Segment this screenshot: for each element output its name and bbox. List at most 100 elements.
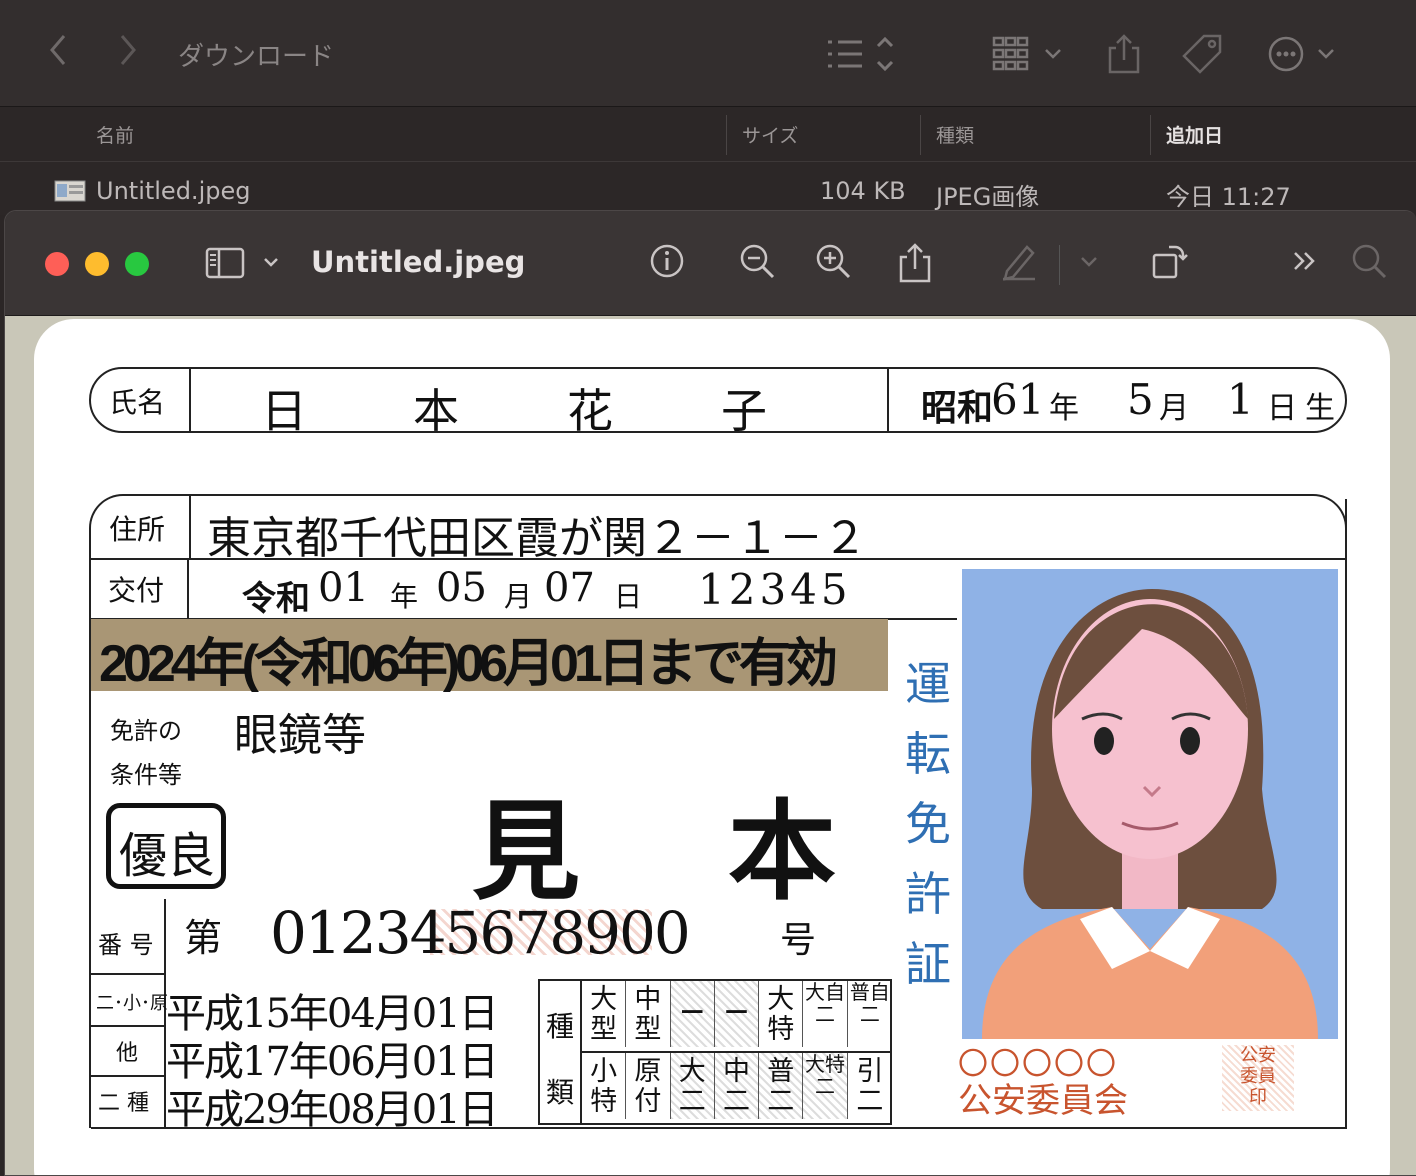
share-icon: [1108, 34, 1140, 74]
name-char: 花: [567, 384, 613, 438]
license-number: 012345678900: [270, 899, 691, 967]
preview-toolbar: Untitled.jpeg: [5, 211, 1416, 316]
finder-toolbar: ダウンロード: [0, 0, 1416, 107]
category-cell: 普二: [759, 1053, 804, 1119]
divider: [189, 496, 191, 558]
minimize-button[interactable]: [85, 252, 109, 276]
category-cell: 大型: [582, 981, 627, 1047]
seal-text: 印: [1249, 1087, 1267, 1108]
excellent-badge-text: 優良: [119, 828, 216, 884]
sidebar-icon: [205, 247, 278, 279]
back-button[interactable]: [44, 30, 72, 79]
column-date-added[interactable]: 追加日: [1166, 121, 1223, 148]
category-cell: 大自二: [803, 981, 848, 1047]
category-cell: 普自二: [849, 980, 890, 1026]
share-button[interactable]: [1104, 32, 1144, 84]
chevron-left-icon: [50, 35, 66, 65]
forward-button[interactable]: [114, 30, 142, 79]
chevron-right-icon: [120, 35, 136, 65]
issue-month: 05: [436, 565, 487, 611]
history-label: 二･小･原: [96, 993, 168, 1014]
birth-day-unit: 日: [1267, 391, 1297, 426]
expiry-text: 2024年(令和06年)06月01日まで有効: [99, 635, 838, 693]
birth-suffix: 生: [1305, 391, 1335, 426]
category-cell: －: [714, 981, 760, 1047]
birth-year: 61: [991, 375, 1045, 424]
issue-year-unit: 年: [390, 580, 419, 613]
birth-era: 昭和: [921, 387, 994, 429]
issue-number: 12345: [698, 565, 852, 614]
divider: [91, 973, 165, 975]
category-row-top: 大型 中型 － － 大特 大自二 普自二: [582, 981, 892, 1051]
divider: [887, 369, 889, 431]
category-cell: 小特: [582, 1053, 627, 1119]
title-char: 証: [905, 937, 951, 991]
portrait-photo: [962, 569, 1338, 1039]
number-suffix: 号: [780, 920, 817, 961]
search-icon: [1352, 244, 1387, 279]
file-size: 104 KB: [820, 177, 906, 205]
name-char: 本: [413, 384, 459, 438]
name-char: 日: [261, 384, 307, 438]
history-date: 平成29年08月01日: [166, 1087, 499, 1133]
excellent-driver-badge: 優良: [106, 803, 226, 889]
list-view-icon: [828, 36, 894, 72]
double-chevron-right-icon: [1294, 252, 1315, 270]
column-size[interactable]: サイズ: [742, 121, 798, 148]
gallery-view-icon: [992, 36, 1061, 71]
issue-day-unit: 日: [614, 580, 643, 613]
rotate-button[interactable]: [1149, 241, 1189, 290]
issue-day: 07: [544, 565, 595, 611]
tag-button[interactable]: [1180, 32, 1224, 84]
zoom-in-icon: [816, 244, 851, 279]
rotate-icon: [1152, 245, 1188, 279]
title-char: 運: [905, 657, 951, 711]
title-char: 転: [905, 727, 951, 781]
jpeg-file-icon: [54, 180, 86, 202]
share-button[interactable]: [895, 241, 935, 294]
name-label: 氏名: [109, 386, 166, 419]
search-button[interactable]: [1349, 241, 1389, 290]
group-view-button[interactable]: [990, 32, 1066, 84]
number-label: 番 号: [98, 931, 154, 959]
address-row: 住所 東京都千代田区霞が関２－１－２: [89, 494, 1347, 564]
list-view-button[interactable]: [826, 32, 902, 84]
category-cell: 大特二: [803, 1053, 848, 1119]
markup-button[interactable]: [999, 241, 1039, 290]
divider: [189, 369, 191, 431]
commission-text: 公安委員会: [958, 1081, 1128, 1121]
more-button[interactable]: [1266, 32, 1342, 84]
info-button[interactable]: [649, 241, 685, 290]
name-row: 氏名 日 本 花 子 昭和 61 年 5 月 1 日 生: [89, 367, 1347, 438]
birth-year-unit: 年: [1049, 391, 1079, 426]
sidebar-toggle-button[interactable]: [205, 243, 285, 292]
file-row[interactable]: Untitled.jpeg 104 KB JPEG画像 今日 11:27: [0, 162, 1416, 212]
more-tools-button[interactable]: [1289, 241, 1321, 290]
more-icon: [1268, 36, 1334, 72]
column-header: 名前 サイズ 種類 追加日: [0, 107, 1416, 162]
history-label: 二 種: [98, 1091, 149, 1116]
file-date-added: 今日 11:27: [1166, 183, 1291, 211]
issue-label: 交付: [108, 574, 165, 607]
issue-month-unit: 月: [504, 580, 533, 613]
markup-menu-button[interactable]: [1077, 241, 1101, 290]
conditions-label: 条件等: [110, 761, 182, 789]
column-kind[interactable]: 種類: [936, 121, 974, 148]
zoom-button[interactable]: [125, 252, 149, 276]
divider: [91, 1025, 165, 1027]
birth-month: 5: [1127, 375, 1154, 424]
category-cell: 中二: [714, 1053, 760, 1119]
seal-text: 委員: [1240, 1066, 1276, 1087]
sample-stamp: 見 本: [472, 789, 857, 915]
zoom-in-button[interactable]: [813, 241, 853, 290]
address-text: 東京都千代田区霞が関２－１－２: [207, 513, 867, 564]
name-char: 子: [721, 384, 767, 438]
column-name[interactable]: 名前: [96, 121, 134, 148]
category-label: 類: [546, 1076, 575, 1109]
birth-month-unit: 月: [1159, 391, 1189, 426]
close-button[interactable]: [45, 252, 69, 276]
zoom-out-button[interactable]: [737, 241, 777, 290]
history-label: 他: [116, 1041, 139, 1066]
preview-title: Untitled.jpeg: [311, 245, 526, 279]
seal-text: 公安: [1240, 1045, 1276, 1066]
